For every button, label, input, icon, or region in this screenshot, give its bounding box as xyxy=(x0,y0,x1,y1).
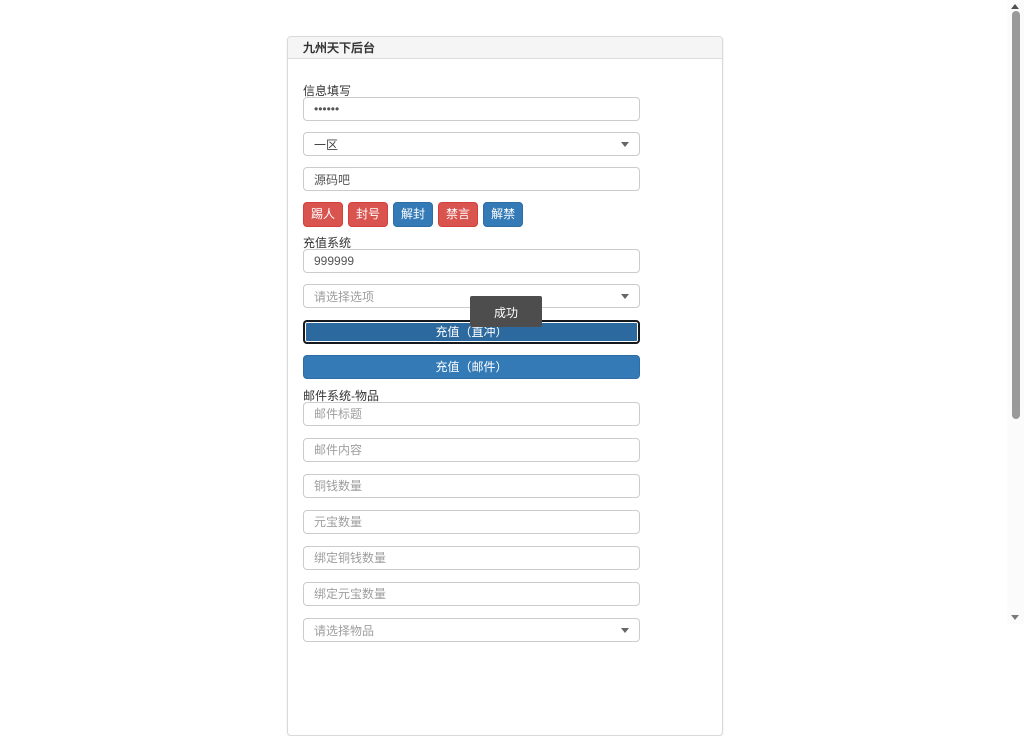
chevron-down-icon xyxy=(621,142,629,147)
unmute-button[interactable]: 解禁 xyxy=(483,202,523,227)
recharge-section-label: 充值系统 xyxy=(303,237,640,249)
kick-button[interactable]: 踢人 xyxy=(303,202,343,227)
info-section-label: 信息填写 xyxy=(303,85,640,97)
scroll-up-icon[interactable] xyxy=(1011,4,1019,9)
ban-button[interactable]: 封号 xyxy=(348,202,388,227)
admin-form: 信息填写 一区 踢人 封号 解封 禁言 解禁 充值系统 请选择选项 充值（直冲） xyxy=(303,85,640,642)
password-field[interactable] xyxy=(303,97,640,121)
panel-title: 九州天下后台 xyxy=(288,37,722,59)
scrollbar-thumb[interactable] xyxy=(1012,11,1020,419)
mail-title-field[interactable] xyxy=(303,402,640,426)
item-select-placeholder: 请选择物品 xyxy=(314,622,374,639)
bound-yuanbao-amount-field[interactable] xyxy=(303,582,640,606)
scroll-down-icon[interactable] xyxy=(1011,615,1019,620)
zone-select-value: 一区 xyxy=(314,136,338,153)
unban-button[interactable]: 解封 xyxy=(393,202,433,227)
recharge-mail-button[interactable]: 充值（邮件） xyxy=(303,355,640,379)
recharge-amount-field[interactable] xyxy=(303,249,640,273)
page-scrollbar[interactable] xyxy=(1007,0,1024,624)
item-select[interactable]: 请选择物品 xyxy=(303,618,640,642)
mail-content-field[interactable] xyxy=(303,438,640,462)
zone-select[interactable]: 一区 xyxy=(303,132,640,156)
recharge-option-placeholder: 请选择选项 xyxy=(314,288,374,305)
account-field[interactable] xyxy=(303,167,640,191)
panel-body: 信息填写 一区 踢人 封号 解封 禁言 解禁 充值系统 请选择选项 充值（直冲） xyxy=(288,59,722,668)
copper-amount-field[interactable] xyxy=(303,474,640,498)
bound-copper-amount-field[interactable] xyxy=(303,546,640,570)
admin-panel: 九州天下后台 信息填写 一区 踢人 封号 解封 禁言 解禁 充值系统 请选择选项 xyxy=(287,36,723,736)
yuanbao-amount-field[interactable] xyxy=(303,510,640,534)
mail-section-label: 邮件系统-物品 xyxy=(303,390,640,402)
mute-button[interactable]: 禁言 xyxy=(438,202,478,227)
chevron-down-icon xyxy=(621,628,629,633)
moderation-button-row: 踢人 封号 解封 禁言 解禁 xyxy=(303,202,640,227)
chevron-down-icon xyxy=(621,294,629,299)
success-toast: 成功 xyxy=(470,296,542,327)
